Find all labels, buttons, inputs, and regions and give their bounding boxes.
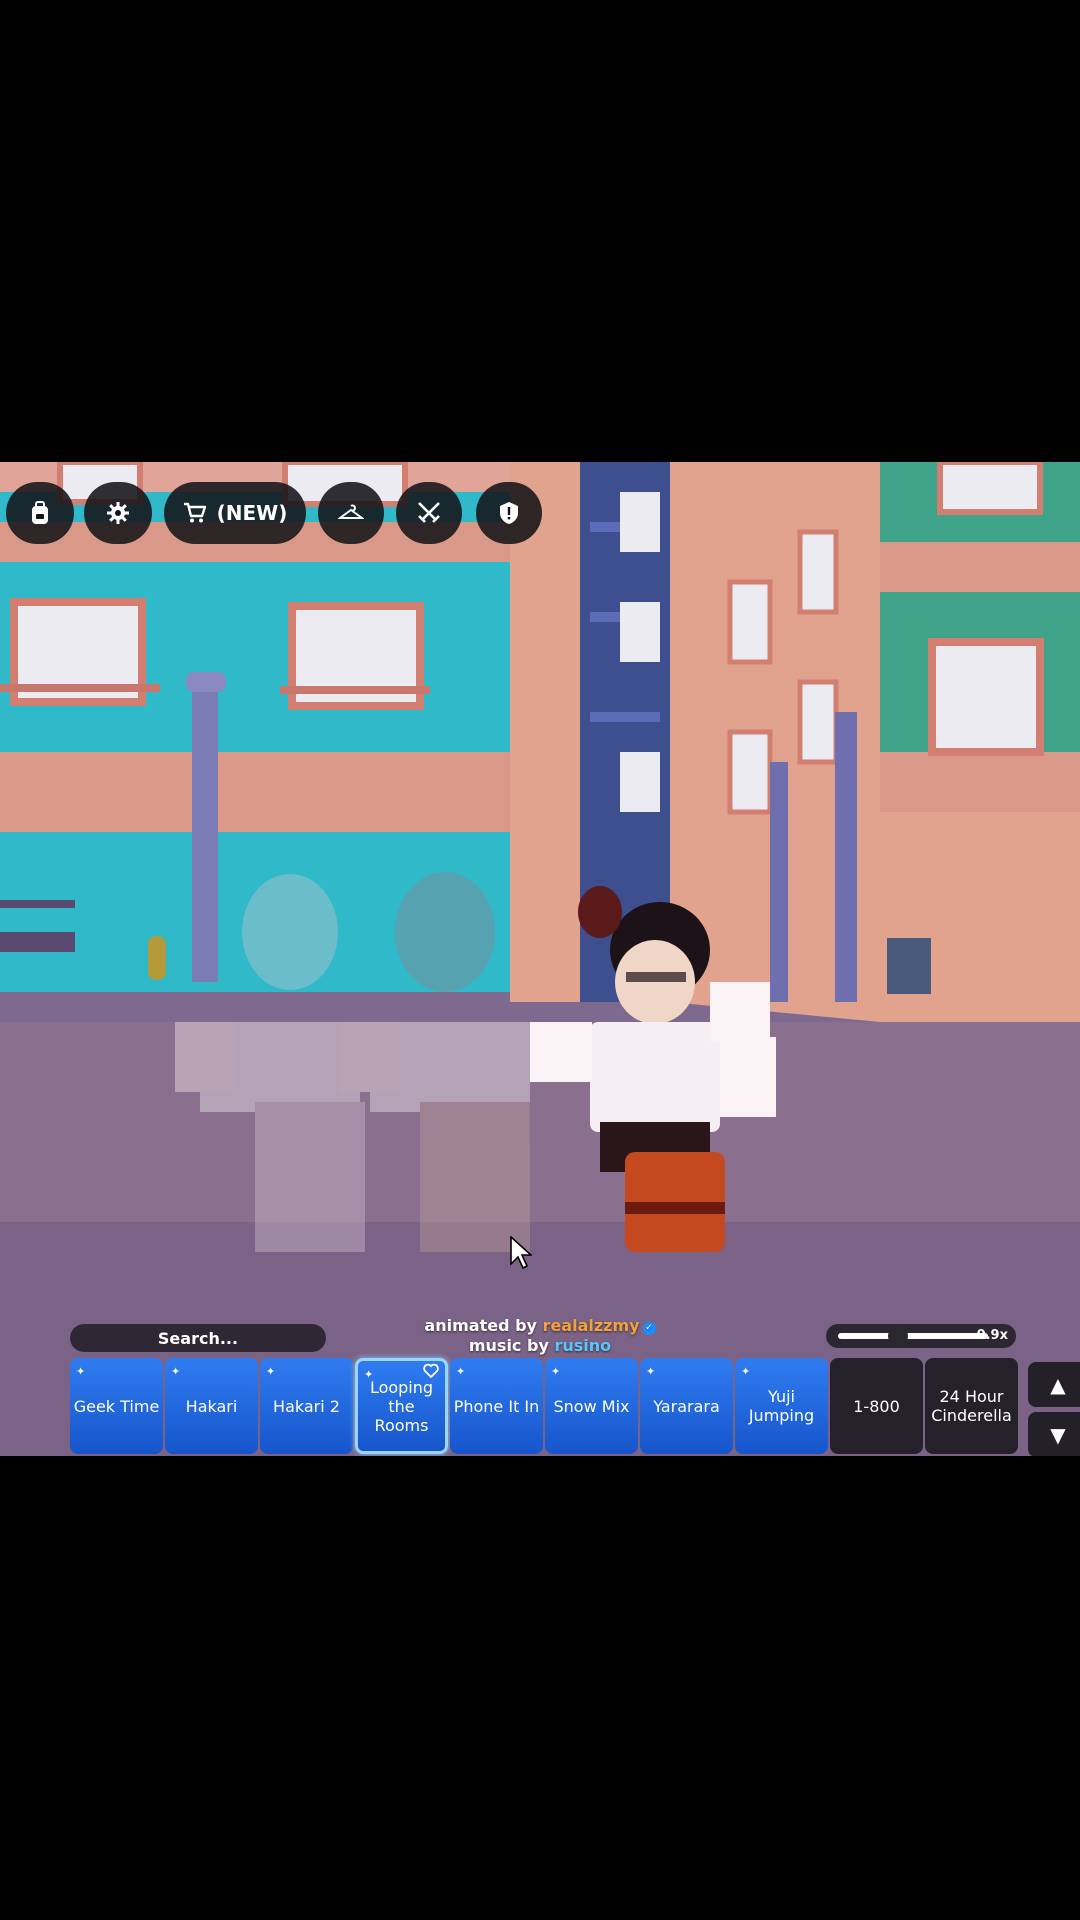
- emote-button[interactable]: ✦ Geek Time: [70, 1358, 163, 1454]
- emote-button[interactable]: ✦ Hakari 2: [260, 1358, 353, 1454]
- battle-button[interactable]: [396, 482, 462, 544]
- game-viewport[interactable]: (NEW) animated by realalzzmy ✓ music by r…: [0, 462, 1080, 1456]
- emote-button[interactable]: ✦ Yararara: [640, 1358, 733, 1454]
- arrow-up-icon: ▲: [1050, 1372, 1066, 1397]
- emote-label: Yuji Jumping: [748, 1387, 815, 1425]
- animated-by-label: animated by: [424, 1316, 537, 1335]
- sparkle-icon: ✦: [646, 1365, 656, 1378]
- musician-name: rusino: [554, 1336, 612, 1355]
- cart-icon: [183, 502, 206, 523]
- emote-button[interactable]: 24 Hour Cinderella: [925, 1358, 1018, 1454]
- music-credit: music by rusino: [340, 1336, 740, 1356]
- scroll-up-button[interactable]: ▲: [1028, 1362, 1080, 1407]
- favorite-heart-icon[interactable]: [423, 1363, 439, 1378]
- sparkle-icon: ✦: [456, 1365, 466, 1378]
- crossed-swords-icon: [418, 502, 440, 523]
- speed-value: 0.9x: [976, 1328, 1008, 1343]
- sparkle-icon: ✦: [266, 1365, 276, 1378]
- sparkle-icon: ✦: [551, 1365, 561, 1378]
- emote-label: Looping the Rooms: [369, 1377, 434, 1435]
- emote-button[interactable]: ✦ Snow Mix: [545, 1358, 638, 1454]
- sparkle-icon: ✦: [171, 1365, 181, 1378]
- speed-slider[interactable]: 0.9x: [826, 1324, 1016, 1348]
- shield-icon: [500, 502, 518, 524]
- game-scene: [0, 462, 1080, 1456]
- verified-badge-icon: ✓: [642, 1322, 656, 1335]
- backpack-icon: [32, 501, 48, 524]
- emote-button[interactable]: ✦ Hakari: [165, 1358, 258, 1454]
- music-by-label: music by: [468, 1336, 549, 1355]
- search-placeholder: Search...: [157, 1328, 239, 1348]
- shop-button-label: (NEW): [216, 501, 288, 525]
- emote-button[interactable]: ✦ Yuji Jumping: [735, 1358, 828, 1454]
- gear-icon: [107, 502, 129, 524]
- speed-slider-knob[interactable]: [888, 1326, 908, 1346]
- outfit-button[interactable]: [318, 482, 384, 544]
- hanger-icon: [338, 504, 364, 519]
- emote-label: 1-800: [853, 1396, 900, 1416]
- backpack-button[interactable]: [6, 482, 74, 544]
- emote-label: Geek Time: [73, 1396, 160, 1416]
- emote-search-input[interactable]: Search...: [70, 1324, 326, 1352]
- scroll-down-button[interactable]: ▼: [1028, 1412, 1080, 1456]
- animator-credit: animated by realalzzmy ✓: [340, 1316, 740, 1336]
- emote-label: Hakari: [185, 1396, 238, 1416]
- sparkle-icon: ✦: [741, 1365, 751, 1378]
- sparkle-icon: ✦: [364, 1368, 374, 1381]
- speed-slider-track[interactable]: [838, 1333, 988, 1339]
- emote-button[interactable]: 1-800: [830, 1358, 923, 1454]
- settings-button[interactable]: [84, 482, 152, 544]
- emote-label: Snow Mix: [553, 1396, 630, 1416]
- mouse-cursor-icon: [510, 1236, 532, 1270]
- emote-label: Phone It In: [453, 1396, 540, 1416]
- emote-label: 24 Hour Cinderella: [931, 1387, 1012, 1425]
- emote-label: Hakari 2: [273, 1396, 340, 1416]
- arrow-down-icon: ▼: [1050, 1422, 1066, 1447]
- emote-label: Yararara: [653, 1396, 720, 1416]
- sparkle-icon: ✦: [76, 1365, 86, 1378]
- safety-button[interactable]: [476, 482, 542, 544]
- emote-button[interactable]: ✦ Phone It In: [450, 1358, 543, 1454]
- emote-button[interactable]: ✦ Looping the Rooms: [355, 1358, 448, 1454]
- animator-name: realalzzmy: [542, 1316, 640, 1335]
- emote-credits: animated by realalzzmy ✓ music by rusino: [340, 1316, 740, 1356]
- shop-button[interactable]: (NEW): [164, 482, 306, 544]
